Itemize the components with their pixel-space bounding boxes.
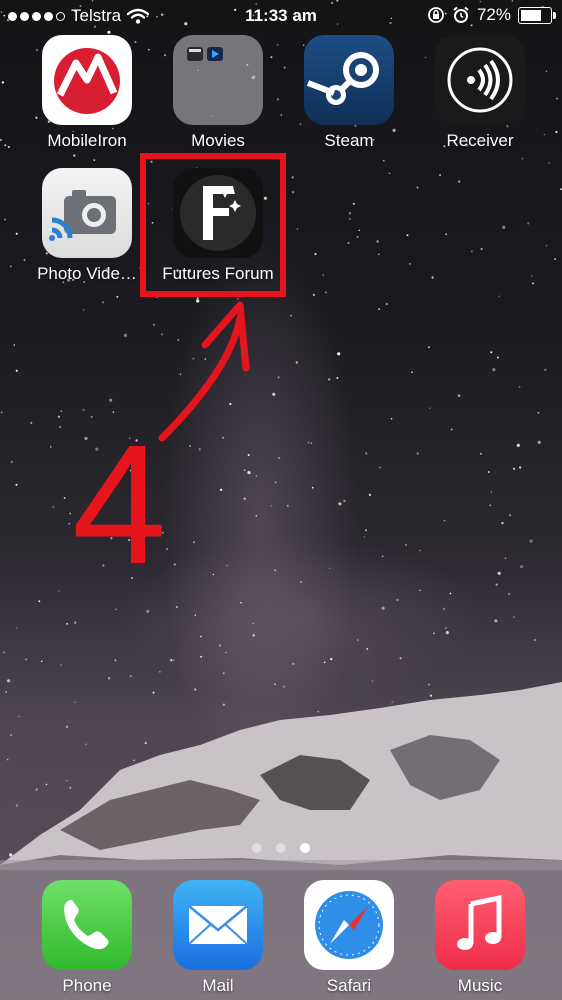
page-dot[interactable]: [276, 843, 286, 853]
star: [74, 621, 77, 624]
star: [366, 647, 369, 650]
app-label: Music: [457, 976, 503, 995]
star: [494, 619, 498, 623]
star: [381, 606, 385, 610]
page-indicator[interactable]: [0, 843, 562, 853]
star: [534, 639, 536, 641]
star: [443, 607, 446, 610]
star: [176, 606, 178, 608]
music-icon[interactable]: [435, 880, 525, 970]
annotation-step-number: 4: [72, 410, 167, 600]
app-phone[interactable]: Phone: [22, 880, 152, 996]
star: [219, 644, 221, 647]
star: [3, 651, 5, 654]
star: [199, 635, 202, 638]
star: [15, 626, 18, 629]
phone-icon[interactable]: [42, 880, 132, 970]
star: [194, 614, 197, 617]
star: [252, 634, 255, 637]
star: [115, 608, 117, 611]
star: [66, 622, 69, 625]
app-safari[interactable]: Safari: [284, 880, 414, 996]
wallpaper-mountain: [0, 682, 562, 870]
home-screen: Telstra 11:33 am 72% MobileIron Movies S…: [0, 0, 562, 1000]
page-dot[interactable]: [252, 843, 262, 853]
star: [399, 657, 402, 660]
star: [240, 601, 242, 604]
app-label: Mail: [202, 976, 234, 995]
dock: Phone Mail Safari Music: [0, 860, 562, 1000]
star: [146, 609, 150, 614]
safari-icon[interactable]: [304, 880, 394, 970]
app-label: Phone: [62, 976, 112, 995]
app-label: Safari: [326, 976, 372, 995]
star: [225, 651, 227, 654]
star: [252, 622, 254, 625]
app-mail[interactable]: Mail: [153, 880, 283, 996]
star: [200, 655, 203, 658]
star: [445, 631, 449, 635]
star: [444, 627, 447, 630]
star: [513, 616, 515, 618]
star: [38, 600, 41, 603]
page-dot[interactable]: [300, 843, 310, 853]
star: [356, 639, 359, 642]
star: [433, 632, 435, 635]
mail-icon[interactable]: [173, 880, 263, 970]
app-music[interactable]: Music: [415, 880, 545, 996]
